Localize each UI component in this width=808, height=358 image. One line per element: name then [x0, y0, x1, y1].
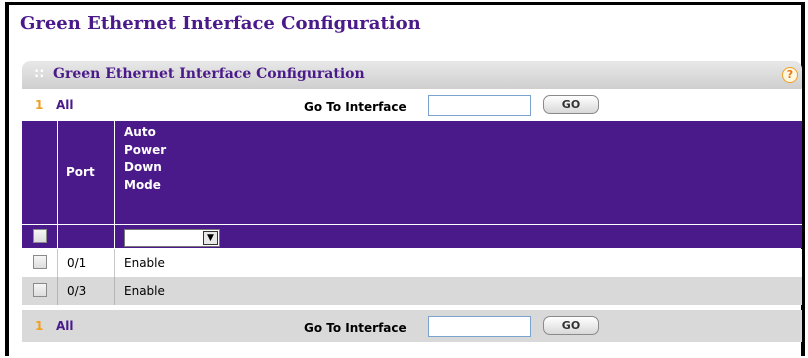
panel-title: Green Ethernet Interface Configuration	[53, 66, 365, 82]
column-divider	[57, 249, 58, 277]
column-divider	[57, 277, 58, 305]
select-all-checkbox[interactable]	[33, 229, 47, 243]
column-divider	[114, 225, 115, 249]
header-mode-line: Auto	[124, 125, 156, 139]
table-row[interactable]: 0/1 Enable	[22, 249, 802, 277]
header-auto-power-down-mode: Auto Power Down Mode	[124, 124, 204, 194]
column-divider	[114, 249, 115, 277]
page-number-link[interactable]: 1	[35, 319, 43, 333]
mode-filter-select[interactable]: ▼	[124, 229, 220, 247]
config-panel: :: Green Ethernet Interface Configuratio…	[22, 61, 802, 342]
pagination-top: 1 All Go To Interface GO	[22, 89, 802, 121]
column-divider	[114, 277, 115, 305]
pagination-bottom: 1 All Go To Interface GO	[22, 310, 802, 342]
row-checkbox[interactable]	[33, 283, 47, 297]
column-divider	[57, 121, 58, 224]
port-cell: 0/3	[67, 284, 87, 298]
goto-interface-input[interactable]	[428, 95, 531, 116]
page-number-link[interactable]: 1	[35, 98, 43, 112]
port-cell: 0/1	[67, 256, 87, 270]
page-title: Green Ethernet Interface Configuration	[20, 13, 421, 34]
table-header: Port Auto Power Down Mode	[22, 121, 802, 224]
all-link[interactable]: All	[56, 319, 74, 333]
header-mode-line: Power	[124, 142, 167, 157]
panel-header: :: Green Ethernet Interface Configuratio…	[22, 61, 802, 89]
header-port: Port	[66, 165, 95, 179]
go-button[interactable]: GO	[543, 95, 599, 114]
header-mode-line: Mode	[124, 177, 161, 192]
table-row[interactable]: 0/3 Enable	[22, 277, 802, 305]
mode-cell: Enable	[124, 256, 165, 270]
help-icon[interactable]: ?	[782, 67, 798, 83]
mode-cell: Enable	[124, 284, 165, 298]
goto-interface-label: Go To Interface	[304, 100, 407, 114]
collapse-handle-icon[interactable]: ::	[34, 66, 44, 81]
all-link[interactable]: All	[56, 98, 74, 112]
chevron-down-icon[interactable]: ▼	[203, 231, 218, 245]
row-checkbox[interactable]	[33, 255, 47, 269]
column-divider	[114, 121, 115, 224]
filter-row: ▼	[22, 224, 802, 249]
goto-interface-label: Go To Interface	[304, 321, 407, 335]
goto-interface-input[interactable]	[428, 316, 531, 337]
header-mode-line: Down	[124, 160, 162, 174]
column-divider	[57, 225, 58, 249]
go-button[interactable]: GO	[543, 316, 599, 335]
